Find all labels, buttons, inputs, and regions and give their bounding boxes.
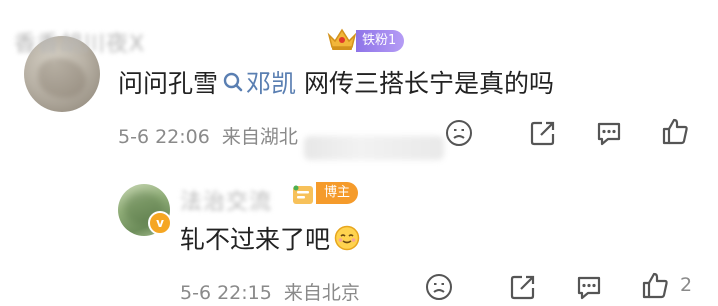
blogger-icon [293,185,313,204]
like-icon[interactable] [640,270,670,300]
repost-icon[interactable] [528,118,558,148]
comment-text: 问问孔雪 邓凯 网传三搭长宁是真的吗 [118,64,554,100]
comment-item: v 法治交流 博主 轧不过来了吧 5-6 22:15 来自北京 2 [0,160,718,306]
timestamp: 5-6 22:06 [118,126,210,148]
comment-meta: 5-6 22:15 来自北京 [180,278,360,305]
fan-badge: 铁粉1 [356,30,405,52]
blurred-region [304,136,444,160]
location: 来自北京 [283,282,360,304]
location: 来自湖北 [221,126,298,148]
comment-item: 香香胡川夜X 铁粉1 问问孔雪 邓凯 网传三搭长宁是真的吗 5-6 22:06 来… [0,0,718,160]
like-count: 2 [680,274,693,296]
crown-icon [327,28,357,50]
smile-emoji-icon [334,225,360,251]
repost-icon[interactable] [508,272,538,302]
comment-text-part: 轧不过来了吧 [180,225,331,254]
comment-meta: 5-6 22:06 来自湖北 [118,122,298,149]
timestamp: 5-6 22:15 [180,282,272,304]
verified-icon: v [148,211,172,235]
blogger-badge: 博主 [316,182,359,204]
mention-link[interactable]: 邓凯 [246,64,296,100]
like-icon[interactable] [660,116,690,146]
comment-text-part: 网传三搭长宁是真的吗 [296,69,554,98]
comment-text-part: 问问孔雪 [118,69,219,98]
comment-icon[interactable] [594,118,624,148]
username[interactable]: 法治交流 [180,184,272,216]
search-icon[interactable] [222,71,244,93]
emoji-face-icon[interactable] [444,118,474,148]
emoji-face-icon[interactable] [424,272,454,302]
username[interactable]: 香香胡川夜X [14,26,145,58]
comment-text: 轧不过来了吧 [180,220,360,256]
comment-icon[interactable] [574,272,604,302]
